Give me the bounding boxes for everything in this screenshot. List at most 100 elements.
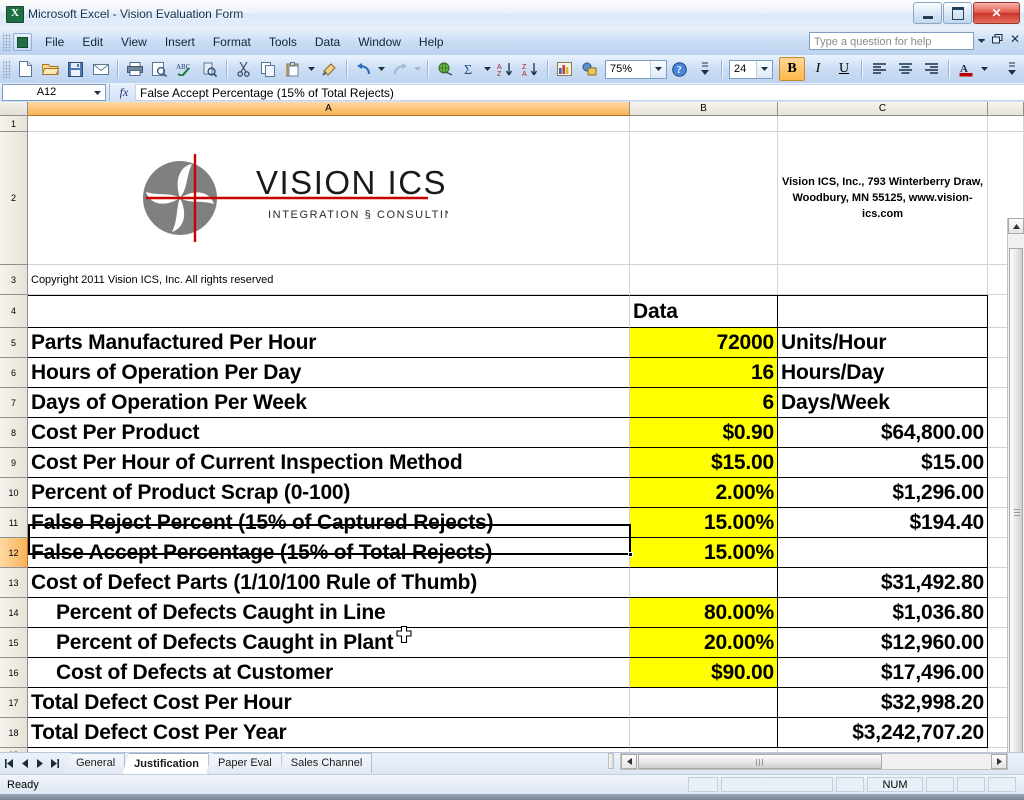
formula-input[interactable]: False Accept Percentage (15% of Total Re… — [135, 84, 1024, 101]
name-box[interactable]: A12 — [2, 84, 106, 101]
cell-c7[interactable]: Days/Week — [778, 388, 988, 418]
cell-c16[interactable]: $17,496.00 — [778, 658, 988, 688]
zoom-select[interactable]: 75% — [605, 59, 667, 79]
cell-c1[interactable] — [778, 116, 988, 132]
font-size-dropdown-icon[interactable] — [756, 60, 772, 78]
fill-handle[interactable] — [628, 552, 633, 557]
cell-b5[interactable]: 72000 — [630, 328, 778, 358]
column-header-c[interactable]: C — [778, 102, 988, 116]
format-painter-icon[interactable] — [317, 57, 342, 81]
undo-icon[interactable] — [351, 57, 376, 81]
cell-b7[interactable]: 6 — [630, 388, 778, 418]
cell-c8[interactable]: $64,800.00 — [778, 418, 988, 448]
sheet-tab-general[interactable]: General — [64, 753, 126, 773]
column-header-b[interactable]: B — [630, 102, 778, 116]
cell-c15[interactable]: $12,960.00 — [778, 628, 988, 658]
align-right-button[interactable] — [918, 57, 944, 81]
cell-b15[interactable]: 20.00% — [630, 628, 778, 658]
column-header-a[interactable]: A — [28, 102, 630, 116]
print-icon[interactable] — [122, 57, 147, 81]
cell-a18[interactable]: Total Defect Cost Per Year — [28, 718, 630, 748]
cell-c10[interactable]: $1,296.00 — [778, 478, 988, 508]
spelling-icon[interactable]: ABC — [172, 57, 197, 81]
row-header-16[interactable]: 16 — [0, 658, 28, 688]
cell-c13[interactable]: $31,492.80 — [778, 568, 988, 598]
cell-a8[interactable]: Cost Per Product — [28, 418, 630, 448]
last-sheet-button[interactable] — [47, 755, 62, 771]
restore-button[interactable] — [943, 2, 972, 24]
cell-c14[interactable]: $1,036.80 — [778, 598, 988, 628]
cell-b17[interactable] — [630, 688, 778, 718]
row-header-15[interactable]: 15 — [0, 628, 28, 658]
toolbar-options-icon[interactable] — [692, 57, 717, 81]
cell-c12[interactable] — [778, 538, 988, 568]
new-icon[interactable] — [13, 57, 38, 81]
row-header-14[interactable]: 14 — [0, 598, 28, 628]
row-header-8[interactable]: 8 — [0, 418, 28, 448]
cell-a12[interactable]: False Accept Percentage (15% of Total Re… — [28, 538, 630, 568]
paste-dropdown-icon[interactable] — [306, 58, 317, 80]
menu-item-view[interactable]: View — [112, 31, 156, 53]
horizontal-scroll-thumb[interactable] — [638, 754, 882, 769]
cell-b11[interactable]: 15.00% — [630, 508, 778, 538]
menu-item-edit[interactable]: Edit — [73, 31, 112, 53]
cell-c4[interactable] — [778, 295, 988, 328]
cell-b1[interactable] — [630, 116, 778, 132]
help-icon[interactable]: ? — [667, 57, 692, 81]
scroll-up-button[interactable] — [1008, 218, 1024, 234]
row-header-18[interactable]: 18 — [0, 718, 28, 748]
research-icon[interactable] — [197, 57, 222, 81]
workbook-close-button[interactable]: ✕ — [1010, 33, 1020, 45]
cell-a14[interactable]: Percent of Defects Caught in Line — [28, 598, 630, 628]
cell-c9[interactable]: $15.00 — [778, 448, 988, 478]
row-header-12[interactable]: 12 — [0, 538, 28, 568]
menu-gripper[interactable] — [3, 32, 11, 51]
horizontal-scrollbar[interactable] — [620, 753, 1008, 770]
cell-a4[interactable] — [28, 295, 630, 328]
hyperlink-icon[interactable] — [432, 57, 457, 81]
menu-item-tools[interactable]: Tools — [260, 31, 306, 53]
previous-sheet-button[interactable] — [17, 755, 32, 771]
font-color-button[interactable]: A — [953, 57, 979, 81]
menu-item-file[interactable]: File — [36, 31, 73, 53]
copy-icon[interactable] — [256, 57, 281, 81]
cell-d1[interactable] — [988, 116, 1024, 132]
toolbar-gripper[interactable] — [3, 60, 11, 78]
row-header-13[interactable]: 13 — [0, 568, 28, 598]
redo-icon[interactable] — [387, 57, 412, 81]
cell-b10[interactable]: 2.00% — [630, 478, 778, 508]
ask-a-question-input[interactable]: Type a question for help — [809, 32, 974, 50]
sheet-tab-sales-channel[interactable]: Sales Channel — [278, 753, 373, 773]
cell-b16[interactable]: $90.00 — [630, 658, 778, 688]
cell-a9[interactable]: Cost Per Hour of Current Inspection Meth… — [28, 448, 630, 478]
underline-button[interactable]: U — [831, 57, 857, 81]
close-button[interactable]: ✕ — [973, 2, 1020, 24]
print-preview-icon[interactable] — [147, 57, 172, 81]
insert-function-icon[interactable]: fx — [113, 85, 135, 100]
cell-b3[interactable] — [630, 265, 778, 295]
row-header-17[interactable]: 17 — [0, 688, 28, 718]
scroll-right-button[interactable] — [991, 754, 1007, 769]
cell-a5[interactable]: Parts Manufactured Per Hour — [28, 328, 630, 358]
row-header-3[interactable]: 3 — [0, 265, 28, 295]
cell-c3[interactable] — [778, 265, 988, 295]
row-header-2[interactable]: 2 — [0, 132, 28, 265]
menu-item-help[interactable]: Help — [410, 31, 453, 53]
cell-b2[interactable] — [630, 132, 778, 265]
row-header-6[interactable]: 6 — [0, 358, 28, 388]
cell-b12[interactable]: 15.00% — [630, 538, 778, 568]
cell-c17[interactable]: $32,998.20 — [778, 688, 988, 718]
row-header-4[interactable]: 4 — [0, 295, 28, 328]
zoom-dropdown-icon[interactable] — [650, 60, 666, 78]
font-color-dropdown-icon[interactable] — [979, 58, 990, 80]
chart-wizard-icon[interactable] — [552, 57, 577, 81]
autosum-icon[interactable]: Σ — [457, 57, 482, 81]
cell-a3-copyright[interactable]: Copyright 2011 Vision ICS, Inc. All righ… — [28, 265, 630, 295]
row-header-10[interactable]: 10 — [0, 478, 28, 508]
sheet-tab-paper-eval[interactable]: Paper Eval — [205, 753, 282, 773]
minimize-button[interactable] — [913, 2, 942, 24]
cell-c6[interactable]: Hours/Day — [778, 358, 988, 388]
drawing-icon[interactable] — [577, 57, 602, 81]
cell-a7[interactable]: Days of Operation Per Week — [28, 388, 630, 418]
cell-a2-logo[interactable]: VISION ICS INTEGRATION § CONSULTING — [28, 132, 630, 265]
